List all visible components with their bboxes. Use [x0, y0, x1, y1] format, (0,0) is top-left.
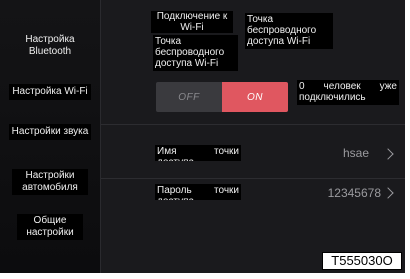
- hotspot-name-row[interactable]: Имя точки доступа hsae: [101, 126, 405, 178]
- sidebar-item-wifi[interactable]: Настройка Wi-Fi: [0, 84, 100, 100]
- chevron-right-icon: [382, 148, 394, 160]
- sidebar-item-label: Настройки автомобиля: [12, 169, 88, 195]
- sidebar-item-bluetooth[interactable]: Настройка Bluetooth: [0, 30, 100, 62]
- sidebar-item-sound[interactable]: Настройки звука: [0, 124, 100, 140]
- connected-devices-info: 0 человек уже подключились: [297, 80, 399, 105]
- hotspot-password-value: 12345678: [327, 186, 381, 200]
- hotspot-password-row[interactable]: Пароль точки доступа 12345678: [101, 180, 405, 210]
- sidebar-item-label: Настройка Bluetooth: [25, 34, 75, 57]
- tab-wifi-hotspot[interactable]: Точка беспроводного доступа Wi-Fi: [245, 13, 333, 49]
- tab-wifi-connect-label: Подключение к Wi-Fi: [156, 11, 228, 33]
- reference-code: T555030O: [322, 252, 402, 270]
- hotspot-password-label-text: Пароль точки доступа: [157, 185, 239, 200]
- hotspot-name-label: Имя точки доступа: [155, 145, 241, 161]
- sidebar-item-general[interactable]: Общие настройки: [0, 212, 100, 242]
- divider: [101, 178, 405, 179]
- sidebar-item-label: Настройка Wi-Fi: [9, 84, 91, 100]
- tab-wifi-connect[interactable]: Подключение к Wi-Fi: [151, 11, 233, 33]
- settings-screen: Настройка Bluetooth Настройка Wi-Fi Наст…: [0, 0, 405, 273]
- tab-wifi-hotspot-label: Точка беспроводного доступа Wi-Fi: [247, 14, 317, 47]
- toggle-on-option[interactable]: ON: [222, 82, 288, 112]
- hotspot-title-text: Точка беспроводного доступа Wi-Fi: [155, 36, 225, 69]
- sidebar-item-label: Настройки звука: [8, 124, 92, 140]
- hotspot-toggle[interactable]: OFF ON: [156, 82, 288, 112]
- sidebar-item-vehicle[interactable]: Настройки автомобиля: [0, 167, 100, 197]
- hotspot-name-label-text: Имя точки доступа: [157, 146, 239, 161]
- main-panel: Подключение к Wi-Fi Точка беспроводного …: [100, 0, 405, 273]
- hotspot-name-value: hsae: [342, 146, 369, 160]
- hotspot-title: Точка беспроводного доступа Wi-Fi: [153, 35, 238, 71]
- sidebar: Настройка Bluetooth Настройка Wi-Fi Наст…: [0, 0, 100, 273]
- sidebar-item-label: Общие настройки: [17, 214, 83, 240]
- hotspot-password-label: Пароль точки доступа: [155, 184, 241, 200]
- divider: [101, 124, 405, 125]
- connected-devices-text: 0 человек уже подключились: [299, 81, 397, 103]
- toggle-off-option[interactable]: OFF: [156, 82, 222, 112]
- chevron-right-icon: [382, 187, 394, 199]
